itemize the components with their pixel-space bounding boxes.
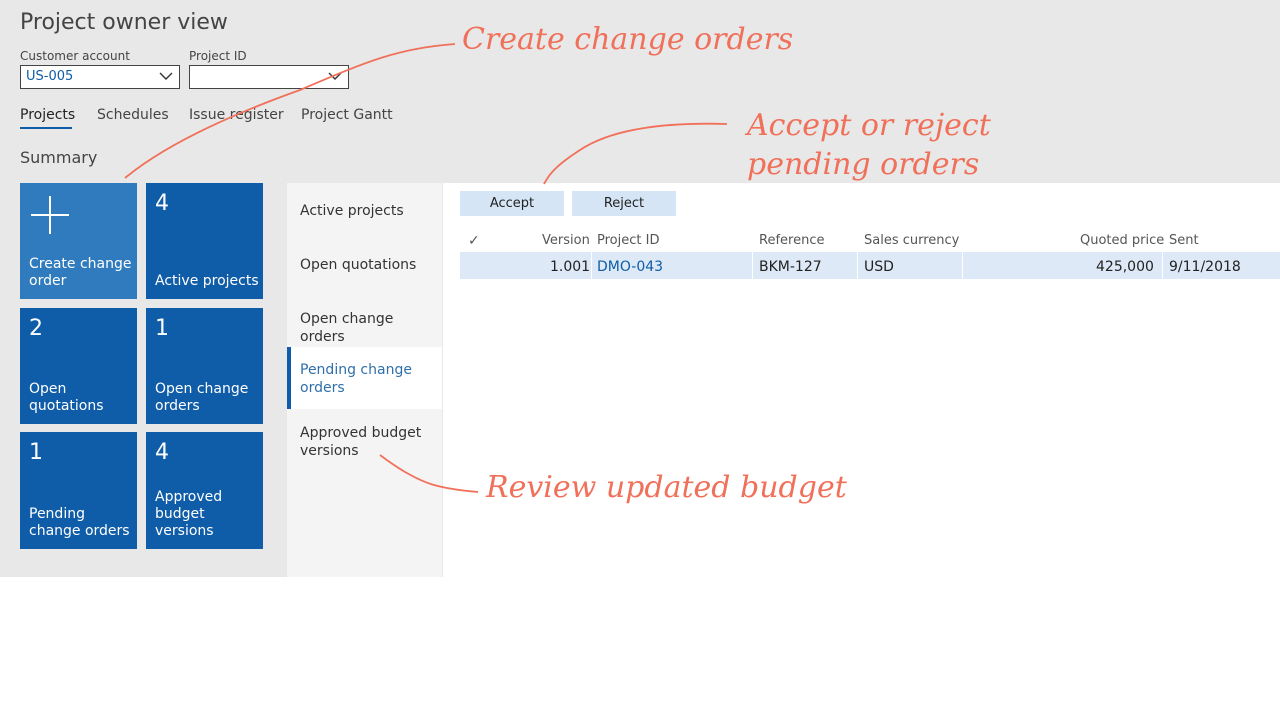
tile-label: Approved budget versions [155,489,223,539]
tile-label: Pending change orders [29,506,130,539]
cell-project-id-link[interactable]: DMO-043 [597,259,663,275]
annotation-create-change-orders: Create change orders [462,22,794,57]
annotation-review-budget: Review updated budget [486,470,847,505]
cell-reference: BKM-127 [759,259,822,275]
tab-projects[interactable]: Projects [20,107,75,123]
tile-count: 4 [155,191,169,216]
plus-icon [31,196,69,234]
accept-button[interactable]: Accept [460,191,564,216]
tile-label: Create change order [29,256,132,289]
column-header-reference[interactable]: Reference [759,233,824,248]
column-separator [962,252,963,279]
cell-version: 1.001 [550,259,591,275]
column-separator [857,252,858,279]
tab-issue-register[interactable]: Issue register [189,107,284,123]
chevron-down-icon [159,72,173,80]
nav-item-open-change-orders[interactable]: Open change orders [300,310,440,346]
tab-project-gantt[interactable]: Project Gantt [301,107,393,123]
summary-heading: Summary [20,148,98,167]
cell-sent: 9/11/2018 [1169,259,1241,275]
project-id-select[interactable] [189,65,349,89]
column-separator [1162,252,1163,279]
page-title: Project owner view [20,10,228,35]
cell-sales-currency: USD [864,259,894,275]
cell-quoted-price: 425,000 [1096,259,1154,275]
column-header-quoted-price[interactable]: Quoted price [1080,233,1164,248]
tile-count: 1 [29,440,43,465]
tile-create-change-order[interactable]: Create change order [20,183,137,299]
column-header-version[interactable]: Version [542,233,590,248]
project-id-label: Project ID [189,49,247,63]
customer-account-value: US-005 [26,69,74,84]
column-header-sent[interactable]: Sent [1169,233,1199,248]
tile-open-change-orders[interactable]: 1 Open change orders [146,308,263,424]
reject-button[interactable]: Reject [572,191,676,216]
column-header-project-id[interactable]: Project ID [597,233,659,248]
nav-active-indicator [287,347,291,409]
tile-label: Open change orders [155,381,249,414]
tile-pending-change-orders[interactable]: 1 Pending change orders [20,432,137,549]
tile-count: 1 [155,316,169,341]
tile-active-projects[interactable]: 4 Active projects [146,183,263,299]
tab-active-indicator [20,127,72,129]
annotation-accept-reject-line1: Accept or reject [747,108,991,143]
tile-open-quotations[interactable]: 2 Open quotations [20,308,137,424]
nav-item-active-projects[interactable]: Active projects [300,202,440,220]
nav-item-pending-change-orders[interactable]: Pending change orders [300,361,440,397]
column-separator [752,252,753,279]
annotation-accept-reject-line2: pending orders [747,147,980,182]
pending-orders-panel: Accept Reject ✓ Version Project ID Refer… [443,183,1280,577]
customer-account-select[interactable]: US-005 [20,65,180,89]
summary-nav: Active projects Open quotations Open cha… [287,183,442,577]
nav-item-approved-budget-versions[interactable]: Approved budget versions [300,424,440,460]
tile-label: Open quotations [29,381,104,414]
column-separator [591,252,592,279]
customer-account-label: Customer account [20,49,130,63]
tile-count: 4 [155,440,169,465]
column-header-sales-currency[interactable]: Sales currency [864,233,959,248]
chevron-down-icon [328,72,342,80]
tile-approved-budget-versions[interactable]: 4 Approved budget versions [146,432,263,549]
tile-count: 2 [29,316,43,341]
select-all-check[interactable]: ✓ [468,233,480,249]
tile-label: Active projects [155,273,259,289]
tab-schedules[interactable]: Schedules [97,107,169,123]
nav-item-open-quotations[interactable]: Open quotations [300,256,440,274]
